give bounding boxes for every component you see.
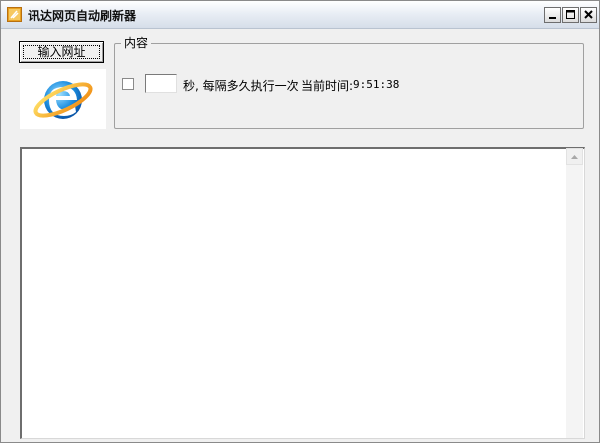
app-window: 讯达网页自动刷新器 输入网址 内容 秒, 每隔多久执行一次 当前时间: 9:51… (0, 0, 600, 443)
interval-label: 秒, 每隔多久执行一次 (183, 79, 299, 93)
title-bar[interactable]: 讯达网页自动刷新器 (1, 1, 599, 29)
vertical-scrollbar[interactable] (566, 148, 583, 438)
minimize-button[interactable] (544, 7, 561, 23)
chevron-up-icon (571, 155, 578, 159)
ie-logo-icon (33, 81, 93, 119)
group-title: 内容 (121, 34, 152, 51)
enter-url-button[interactable]: 输入网址 (19, 41, 104, 63)
close-button[interactable] (580, 7, 597, 23)
content-textarea[interactable] (20, 147, 585, 439)
current-time-value: 9:51:38 (353, 78, 400, 91)
app-icon (7, 7, 22, 22)
maximize-button[interactable] (562, 7, 579, 23)
scroll-up-button[interactable] (566, 148, 583, 165)
focus-rect (23, 45, 100, 59)
window-title: 讯达网页自动刷新器 (28, 9, 137, 23)
current-time-label: 当前时间: (301, 79, 354, 93)
close-icon (584, 10, 593, 19)
maximize-icon (566, 10, 575, 19)
auto-refresh-checkbox[interactable] (122, 78, 134, 90)
ie-logo (20, 69, 106, 129)
minimize-icon (549, 17, 556, 19)
seconds-input[interactable] (145, 74, 177, 93)
